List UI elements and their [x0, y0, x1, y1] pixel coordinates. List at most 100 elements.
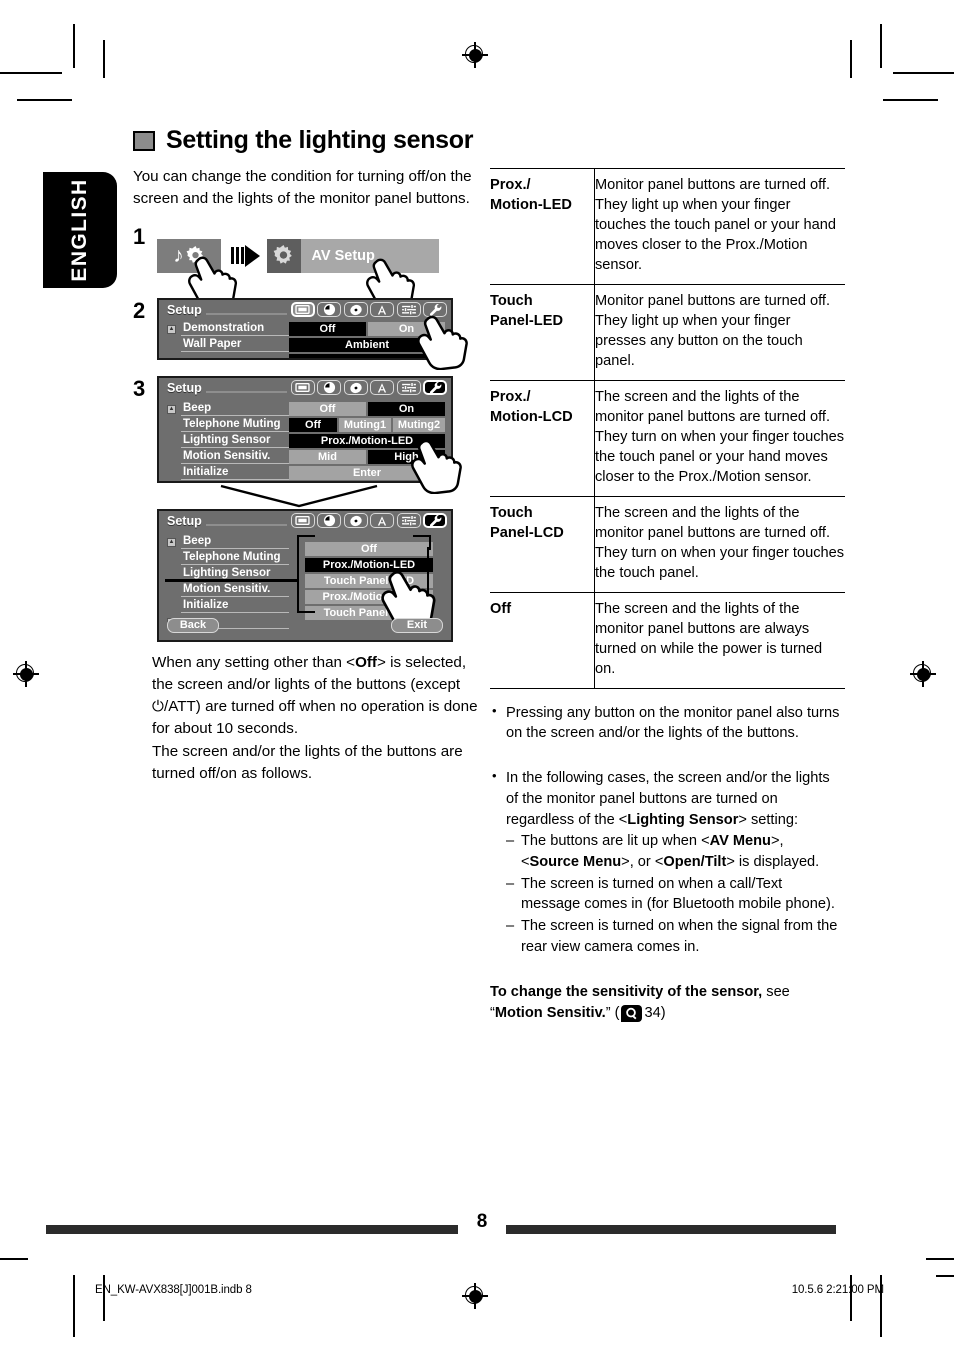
tab-text-a[interactable]: [370, 513, 394, 529]
music-note-icon: ♪: [173, 244, 184, 268]
value-option[interactable]: [289, 354, 445, 358]
row-label: Demonstration: [181, 322, 289, 337]
source-menu-button[interactable]: ♪: [157, 238, 238, 310]
notes-list: Pressing any button on the monitor panel…: [490, 702, 845, 958]
crop-mark-tr-h2: [883, 99, 938, 101]
tab-disc[interactable]: [343, 302, 368, 318]
exit-button[interactable]: Exit: [391, 617, 443, 633]
table-row[interactable]: ▲ Beep Off On: [167, 402, 445, 417]
registration-mark-right: [910, 661, 936, 687]
setup-tab-bar: [290, 380, 447, 396]
setup-rows: ▲ Beep Off On Telephone Muting Off Mutin…: [159, 398, 451, 486]
value-option[interactable]: Muting1: [339, 418, 391, 433]
value-option[interactable]: Off: [289, 322, 366, 337]
value-option[interactable]: Prox./Motion-LED: [289, 434, 445, 449]
setup-rows: ▲ Demonstration Off On Wall Paper Ambien…: [159, 320, 451, 358]
scroll-up-icon[interactable]: ▲: [167, 324, 176, 334]
row-label: Motion Sensitiv.: [181, 583, 289, 598]
crop-mark-bl-v: [73, 1275, 75, 1337]
note-item-1: Pressing any button on the monitor panel…: [490, 702, 845, 744]
closing-reference: To change the sensitivity of the sensor,…: [490, 982, 845, 1024]
value-option[interactable]: Enter: [289, 466, 445, 481]
tab-equalizer[interactable]: [396, 302, 421, 318]
table-row[interactable]: Telephone Muting Off Muting1 Muting2: [167, 418, 445, 433]
intro-paragraph: You can change the condition for turning…: [133, 168, 472, 207]
option-name: Off: [490, 592, 595, 689]
screen-header: Setup: [159, 378, 451, 398]
title-rule: [205, 312, 287, 315]
setup-screen-step3b: Setup ▲ Beep Telephone Muting Lighting S…: [157, 508, 453, 642]
tab-monitor[interactable]: [290, 302, 315, 318]
scroll-up-icon[interactable]: ▲: [167, 404, 176, 414]
crop-mark-bl-h: [0, 1258, 28, 1260]
tab-clock[interactable]: [317, 302, 341, 318]
scroll-up-icon[interactable]: ▲: [167, 537, 176, 547]
table-row[interactable]: ▲ Demonstration Off On: [167, 322, 445, 337]
value-option[interactable]: Off: [289, 402, 366, 417]
tab-monitor[interactable]: [290, 380, 315, 396]
selection-connector: [165, 578, 305, 583]
tab-monitor[interactable]: [290, 513, 315, 529]
setup-tab-bar: [290, 302, 447, 318]
dropdown-bracket-br: [413, 597, 431, 613]
setup-tab-bar: [290, 513, 447, 529]
row-values: Off On: [289, 322, 445, 337]
crop-mark-tl-h2: [17, 99, 72, 101]
value-option[interactable]: On: [368, 402, 445, 417]
row-label: Wall Paper: [181, 338, 289, 353]
table-row[interactable]: Wall Paper Ambient: [167, 338, 445, 353]
row-values: Mid High: [289, 450, 445, 465]
tab-equalizer[interactable]: [396, 513, 421, 529]
crop-mark-tr-v2: [850, 40, 852, 78]
table-row: Off The screen and the lights of the mon…: [490, 592, 845, 689]
value-option[interactable]: High: [368, 450, 445, 465]
screen-title: Setup: [167, 302, 202, 317]
tab-text-a[interactable]: [370, 380, 394, 396]
sub1-source-menu-bold: Source Menu: [529, 853, 622, 870]
dropdown-option[interactable]: Touch Panel-LED: [305, 573, 433, 588]
closing-normal: see: [762, 983, 790, 1000]
note-2-lighting-sensor-bold: Lighting Sensor: [627, 811, 739, 828]
setup-screen-step2: Setup ▲ Demonstration Off On Wall Paper …: [157, 297, 453, 360]
value-option[interactable]: Ambient: [289, 338, 445, 353]
footer-rule-right: [506, 1225, 836, 1234]
av-setup-button[interactable]: AV Setup: [266, 238, 439, 312]
table-row: Prox./ Motion-LCD The screen and the lig…: [490, 380, 845, 497]
gear-icon: [266, 238, 301, 273]
value-option[interactable]: Mid: [289, 450, 366, 465]
tab-text-a[interactable]: [370, 302, 394, 318]
value-option[interactable]: Off: [289, 418, 337, 433]
table-row[interactable]: Lighting Sensor Prox./Motion-LED: [167, 434, 445, 449]
tab-equalizer[interactable]: [396, 380, 421, 396]
crop-mark-br-h2: [936, 1275, 954, 1277]
option-description: The screen and the lights of the monitor…: [595, 388, 845, 485]
title-rule: [205, 523, 287, 526]
value-option[interactable]: On: [368, 322, 445, 337]
language-tab: ENGLISH: [43, 172, 117, 288]
registration-mark-bottom: [462, 1283, 488, 1309]
table-row[interactable]: Initialize Enter: [167, 466, 445, 481]
sub1-open-tilt-bold: Open/Tilt: [663, 853, 727, 870]
back-button[interactable]: Back: [167, 617, 219, 633]
tab-clock[interactable]: [317, 513, 341, 529]
registration-mark-left: [13, 661, 39, 687]
dropdown-option[interactable]: Prox./Motion-LED: [305, 557, 433, 572]
tab-wrench[interactable]: [423, 380, 447, 396]
table-row[interactable]: Motion Sensitiv. Mid High: [167, 450, 445, 465]
tab-disc[interactable]: [343, 380, 368, 396]
page-number: 8: [476, 1211, 488, 1232]
tab-wrench[interactable]: [423, 302, 447, 318]
footer-file-name: EN_KW-AVX838[J]001B.indb 8: [95, 1284, 252, 1296]
option-name: Touch Panel-LED: [490, 284, 595, 381]
dropdown-bracket-tl: [297, 534, 315, 550]
value-option[interactable]: Muting2: [393, 418, 445, 433]
tab-disc[interactable]: [343, 513, 368, 529]
dropdown-bracket-bl: [297, 597, 315, 613]
title-rule: [205, 390, 287, 393]
closing-bold: To change the sensitivity of the sensor,: [490, 983, 763, 1000]
row-values: Ambient: [289, 338, 445, 353]
lighting-sensor-options-table: Prox./ Motion-LED Monitor panel buttons …: [490, 168, 845, 689]
tab-wrench[interactable]: [423, 513, 447, 529]
tab-clock[interactable]: [317, 380, 341, 396]
note-sub-item-1: The buttons are lit up when <AV Menu>, <…: [506, 831, 845, 872]
